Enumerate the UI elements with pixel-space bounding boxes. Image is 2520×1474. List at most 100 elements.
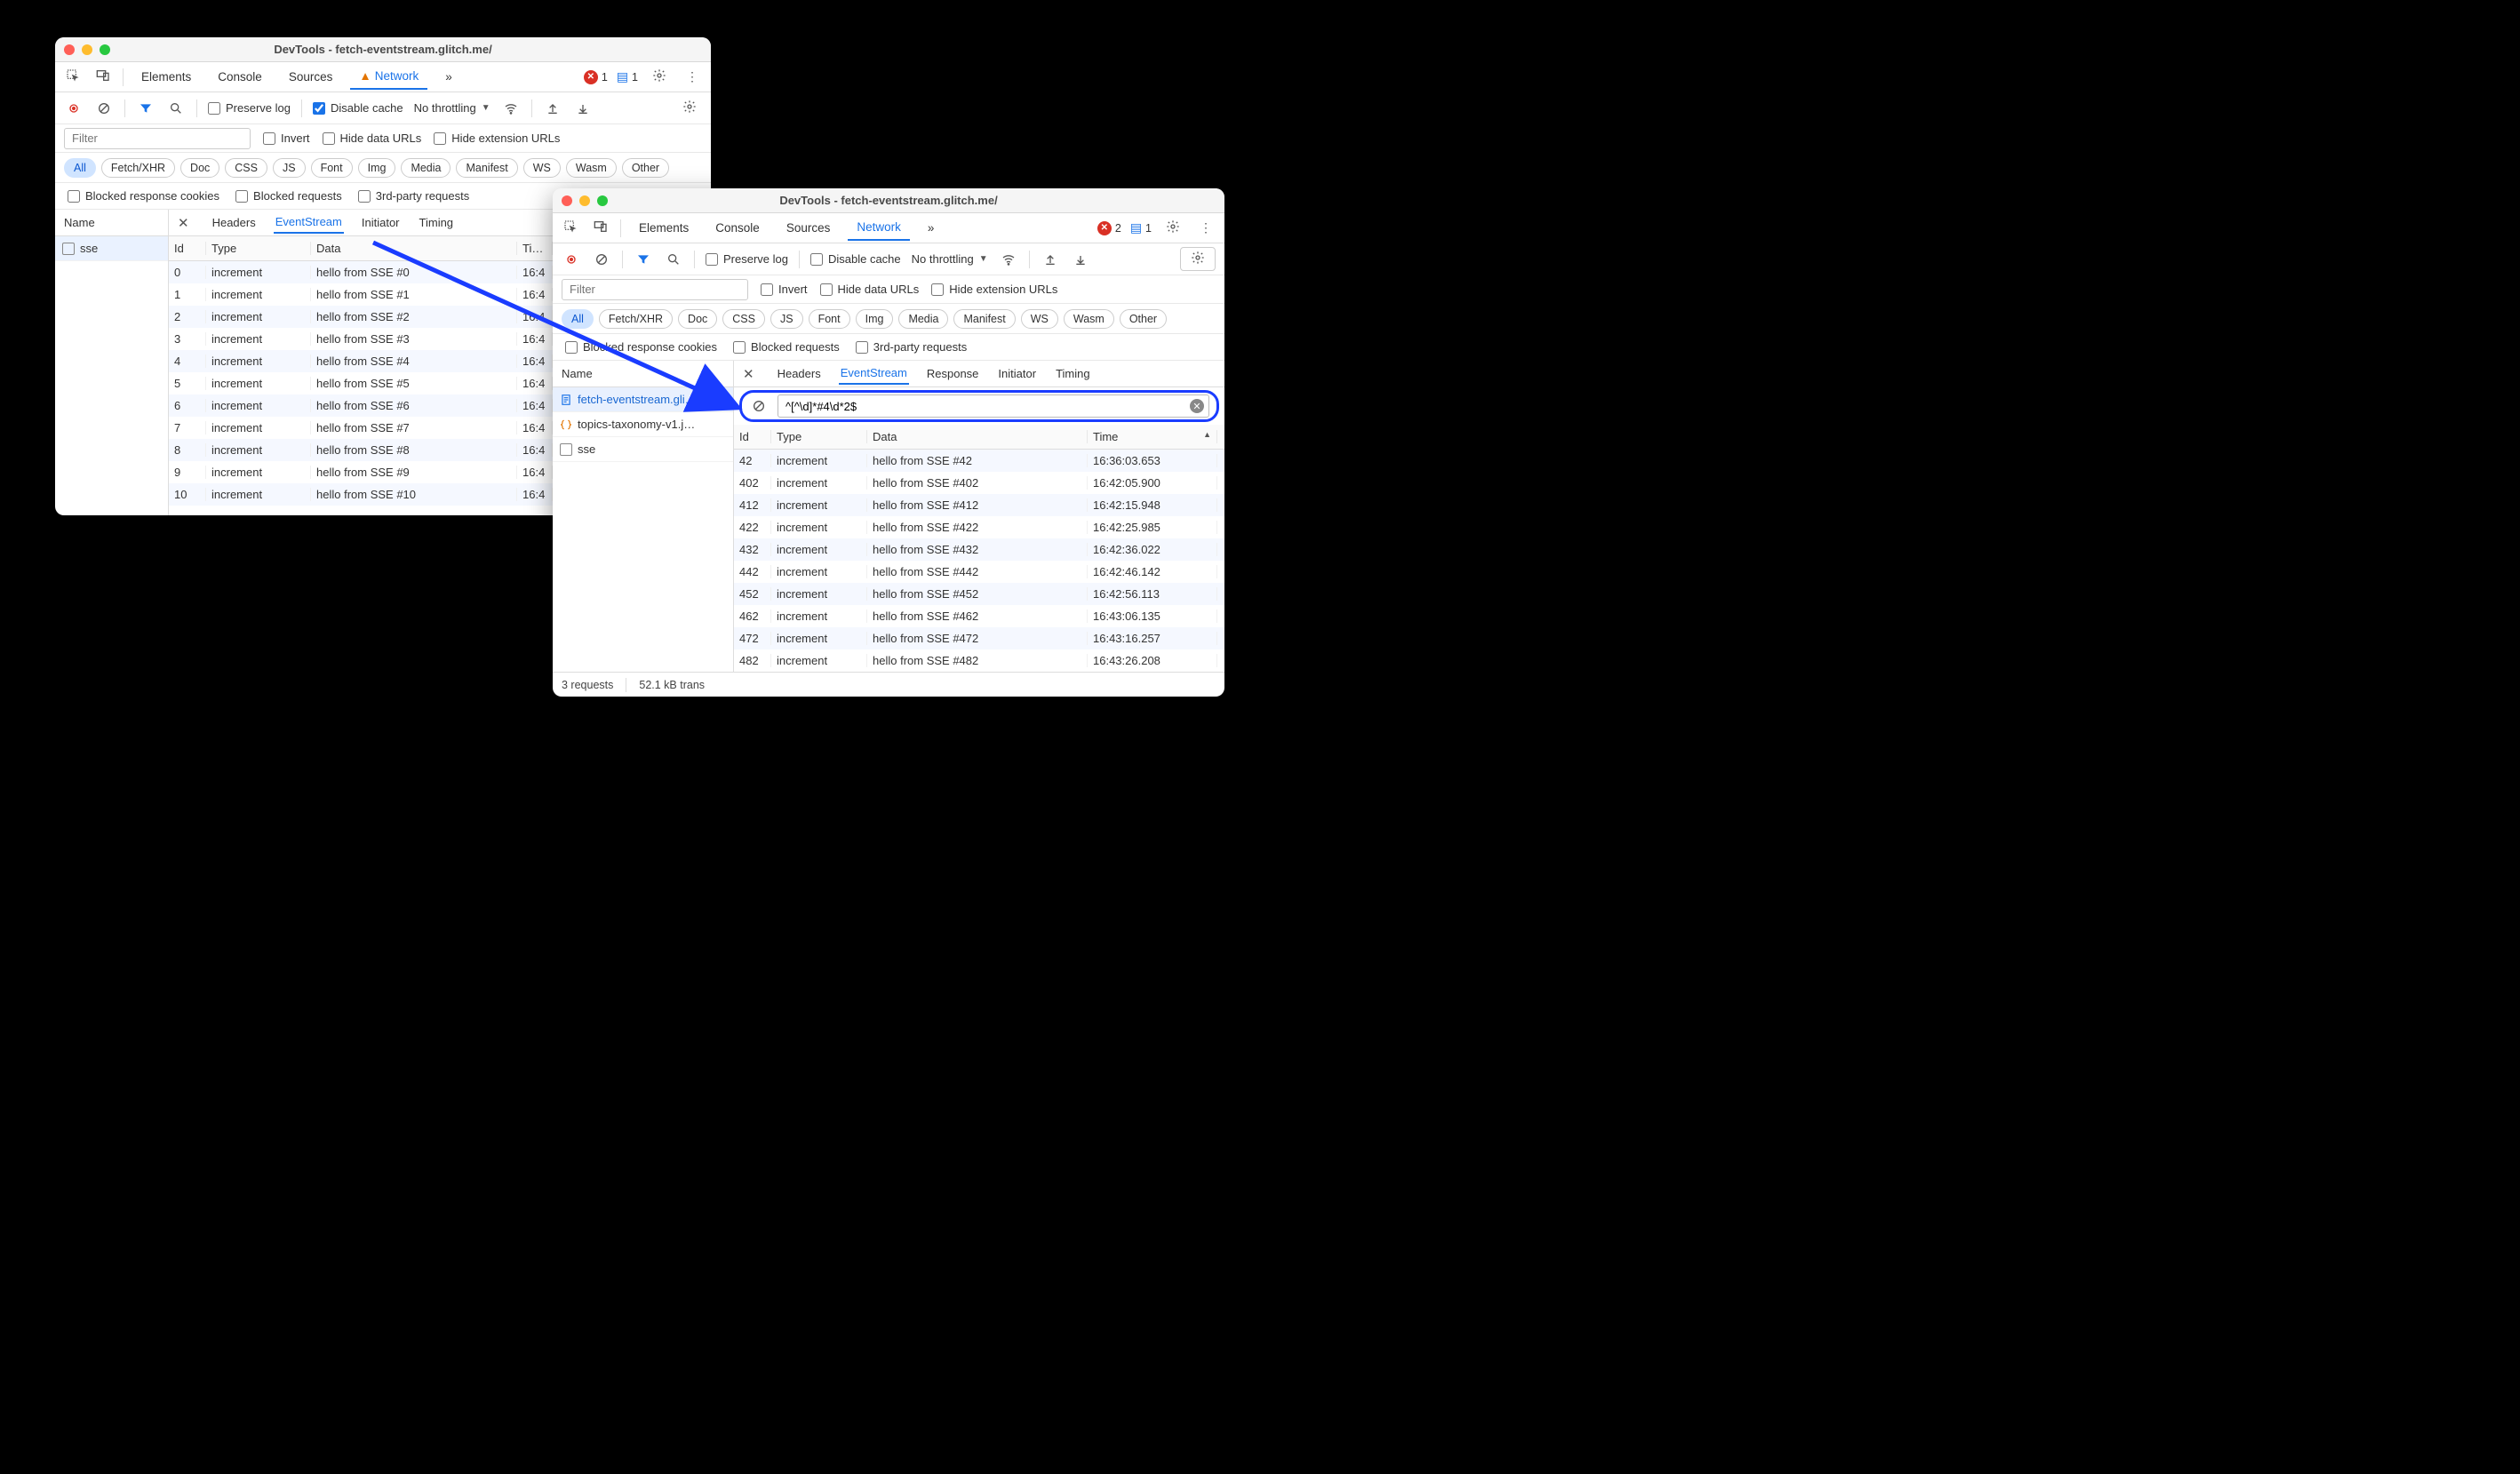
type-img[interactable]: Img bbox=[856, 309, 894, 329]
type-media[interactable]: Media bbox=[898, 309, 948, 329]
import-har-icon[interactable] bbox=[1041, 250, 1060, 269]
blocked-cookies-checkbox[interactable]: Blocked response cookies bbox=[68, 189, 219, 203]
table-row[interactable]: 42incrementhello from SSE #4216:36:03.65… bbox=[734, 450, 1224, 472]
table-row[interactable]: 442incrementhello from SSE #44216:42:46.… bbox=[734, 561, 1224, 583]
tab-sources[interactable]: Sources bbox=[778, 216, 840, 240]
detail-tab-eventstream[interactable]: EventStream bbox=[839, 363, 909, 385]
type-ws[interactable]: WS bbox=[1021, 309, 1058, 329]
record-button[interactable] bbox=[64, 99, 84, 118]
import-har-icon[interactable] bbox=[543, 99, 562, 118]
invert-checkbox[interactable]: Invert bbox=[761, 283, 808, 296]
type-ws[interactable]: WS bbox=[523, 158, 561, 178]
detail-tab-timing[interactable]: Timing bbox=[418, 212, 456, 233]
invert-checkbox[interactable]: Invert bbox=[263, 131, 310, 145]
name-column-header[interactable]: Name bbox=[55, 210, 168, 236]
col-type[interactable]: Type bbox=[771, 430, 867, 443]
settings-gear-icon[interactable] bbox=[647, 65, 672, 89]
tab-console[interactable]: Console bbox=[706, 216, 769, 240]
warning-badge[interactable]: ▤1 bbox=[1130, 220, 1152, 235]
detail-tab-initiator[interactable]: Initiator bbox=[996, 363, 1038, 384]
col-type[interactable]: Type bbox=[206, 242, 311, 255]
type-manifest[interactable]: Manifest bbox=[456, 158, 517, 178]
filter-input[interactable] bbox=[562, 279, 748, 300]
type-fetchxhr[interactable]: Fetch/XHR bbox=[599, 309, 673, 329]
element-picker-icon[interactable] bbox=[560, 216, 581, 240]
name-column-header[interactable]: Name bbox=[553, 361, 733, 387]
type-css[interactable]: CSS bbox=[225, 158, 267, 178]
close-window-button[interactable] bbox=[64, 44, 75, 55]
table-row[interactable]: 482incrementhello from SSE #48216:43:26.… bbox=[734, 649, 1224, 672]
tab-network[interactable]: Network bbox=[848, 215, 910, 241]
type-js[interactable]: JS bbox=[770, 309, 803, 329]
type-wasm[interactable]: Wasm bbox=[566, 158, 617, 178]
device-toolbar-icon[interactable] bbox=[92, 65, 114, 89]
tab-network[interactable]: ▲Network bbox=[350, 64, 427, 90]
request-row[interactable]: sse bbox=[553, 437, 733, 462]
detail-tab-headers[interactable]: Headers bbox=[776, 363, 823, 384]
col-id[interactable]: Id bbox=[169, 242, 206, 255]
hide-data-urls-checkbox[interactable]: Hide data URLs bbox=[323, 131, 422, 145]
network-settings-gear-icon[interactable] bbox=[1185, 250, 1210, 271]
request-row[interactable]: sse bbox=[55, 236, 168, 261]
detail-tab-eventstream[interactable]: EventStream bbox=[274, 211, 344, 234]
blocked-requests-checkbox[interactable]: Blocked requests bbox=[235, 189, 342, 203]
warning-badge[interactable]: ▤1 bbox=[617, 69, 638, 84]
more-menu-icon[interactable]: ⋮ bbox=[1194, 217, 1217, 239]
clear-filter-icon[interactable]: ✕ bbox=[1190, 399, 1204, 413]
preserve-log-checkbox[interactable]: Preserve log bbox=[706, 252, 788, 266]
minimize-window-button[interactable] bbox=[579, 195, 590, 206]
wifi-icon[interactable] bbox=[501, 99, 521, 118]
device-toolbar-icon[interactable] bbox=[590, 216, 611, 240]
type-font[interactable]: Font bbox=[809, 309, 850, 329]
detail-tab-response[interactable]: Response bbox=[925, 363, 981, 384]
col-time[interactable]: Time bbox=[517, 242, 553, 255]
type-font[interactable]: Font bbox=[311, 158, 353, 178]
preserve-log-checkbox[interactable]: Preserve log bbox=[208, 101, 291, 115]
blocked-requests-checkbox[interactable]: Blocked requests bbox=[733, 340, 840, 354]
disable-cache-checkbox[interactable]: Disable cache bbox=[810, 252, 901, 266]
type-doc[interactable]: Doc bbox=[180, 158, 219, 178]
clear-eventstream-icon[interactable] bbox=[749, 396, 769, 416]
col-time[interactable]: Time bbox=[1088, 430, 1217, 443]
hide-extension-urls-checkbox[interactable]: Hide extension URLs bbox=[931, 283, 1057, 296]
table-row[interactable]: 472incrementhello from SSE #47216:43:16.… bbox=[734, 627, 1224, 649]
filter-toggle-icon[interactable] bbox=[136, 99, 156, 118]
throttling-dropdown[interactable]: No throttling▼ bbox=[912, 252, 988, 266]
type-all[interactable]: All bbox=[64, 158, 96, 178]
table-row[interactable]: 402incrementhello from SSE #40216:42:05.… bbox=[734, 472, 1224, 494]
tab-console[interactable]: Console bbox=[209, 65, 271, 89]
tab-elements[interactable]: Elements bbox=[630, 216, 698, 240]
type-img[interactable]: Img bbox=[358, 158, 396, 178]
fullscreen-window-button[interactable] bbox=[100, 44, 110, 55]
record-button[interactable] bbox=[562, 250, 581, 269]
blocked-cookies-checkbox[interactable]: Blocked response cookies bbox=[565, 340, 717, 354]
error-badge[interactable]: ✕2 bbox=[1097, 221, 1121, 235]
search-icon[interactable] bbox=[664, 250, 683, 269]
table-row[interactable]: 432incrementhello from SSE #43216:42:36.… bbox=[734, 538, 1224, 561]
type-other[interactable]: Other bbox=[1120, 309, 1167, 329]
third-party-checkbox[interactable]: 3rd-party requests bbox=[856, 340, 968, 354]
col-id[interactable]: Id bbox=[734, 430, 771, 443]
detail-tab-headers[interactable]: Headers bbox=[211, 212, 258, 233]
type-wasm[interactable]: Wasm bbox=[1064, 309, 1114, 329]
type-js[interactable]: JS bbox=[273, 158, 306, 178]
type-other[interactable]: Other bbox=[622, 158, 669, 178]
element-picker-icon[interactable] bbox=[62, 65, 84, 89]
detail-tab-initiator[interactable]: Initiator bbox=[360, 212, 402, 233]
request-row[interactable]: topics-taxonomy-v1.j… bbox=[553, 412, 733, 437]
minimize-window-button[interactable] bbox=[82, 44, 92, 55]
tab-sources[interactable]: Sources bbox=[280, 65, 342, 89]
export-har-icon[interactable] bbox=[573, 99, 593, 118]
close-window-button[interactable] bbox=[562, 195, 572, 206]
search-icon[interactable] bbox=[166, 99, 186, 118]
export-har-icon[interactable] bbox=[1071, 250, 1090, 269]
close-icon[interactable]: ✕ bbox=[743, 366, 760, 382]
clear-button[interactable] bbox=[592, 250, 611, 269]
type-all[interactable]: All bbox=[562, 309, 594, 329]
more-menu-icon[interactable]: ⋮ bbox=[681, 66, 704, 88]
hide-data-urls-checkbox[interactable]: Hide data URLs bbox=[820, 283, 920, 296]
request-row[interactable]: fetch-eventstream.gli… bbox=[553, 387, 733, 412]
table-row[interactable]: 412incrementhello from SSE #41216:42:15.… bbox=[734, 494, 1224, 516]
col-data[interactable]: Data bbox=[867, 430, 1088, 443]
close-icon[interactable]: ✕ bbox=[178, 215, 195, 231]
